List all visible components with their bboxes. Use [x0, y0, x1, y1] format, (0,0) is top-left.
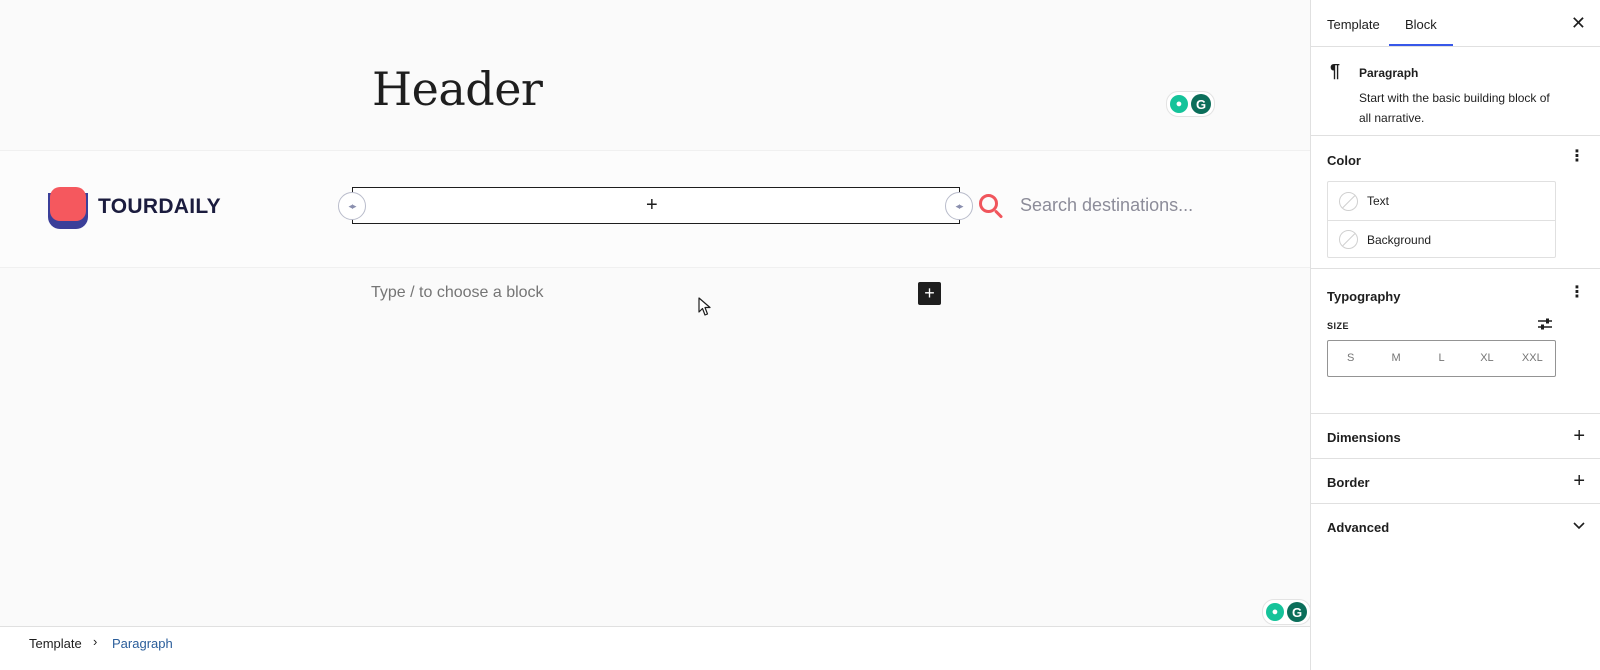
tab-block[interactable]: Block: [1389, 0, 1453, 46]
add-block-icon[interactable]: +: [646, 194, 658, 217]
close-sidebar-button[interactable]: ✕: [1571, 14, 1586, 32]
grammarly-widget-bottom[interactable]: ● G: [1262, 599, 1311, 625]
block-card-description: Start with the basic building block of a…: [1359, 91, 1550, 125]
advanced-panel-title: Advanced: [1327, 520, 1390, 535]
dimensions-panel-title: Dimensions: [1327, 430, 1401, 445]
font-size-xl[interactable]: XL: [1464, 341, 1509, 376]
grammarly-widget[interactable]: ● G: [1166, 91, 1215, 117]
color-item-label: Background: [1367, 232, 1432, 247]
border-panel[interactable]: Border +: [1311, 459, 1600, 504]
template-part-title[interactable]: Header: [372, 62, 543, 116]
block-inserter-button[interactable]: +: [918, 282, 941, 305]
site-logo[interactable]: TOURDAILY: [48, 185, 221, 229]
site-header-block[interactable]: TOURDAILY + ◂▸ ◂▸ Search destinations...: [0, 150, 1310, 268]
breadcrumb-bar: Template › Paragraph: [0, 626, 1310, 670]
font-size-s[interactable]: S: [1328, 341, 1373, 376]
font-size-l[interactable]: L: [1419, 341, 1464, 376]
plus-icon[interactable]: +: [1573, 425, 1585, 448]
empty-swatch-icon: [1339, 230, 1358, 249]
breadcrumb-item-paragraph[interactable]: Paragraph: [112, 636, 173, 651]
grammarly-icon[interactable]: G: [1191, 94, 1211, 114]
breadcrumb-chevron-icon: ›: [93, 634, 98, 649]
font-size-xxl[interactable]: XXL: [1510, 341, 1555, 376]
font-size-m[interactable]: M: [1373, 341, 1418, 376]
size-label: SIZE: [1327, 321, 1350, 331]
logo-mark-icon: [48, 185, 88, 229]
empty-swatch-icon: [1339, 191, 1358, 211]
grammarly-icon[interactable]: G: [1287, 602, 1307, 622]
breadcrumb-item-template[interactable]: Template: [29, 636, 82, 651]
editor-canvas[interactable]: Header ● G TOURDAILY + ◂▸ ◂▸ Search dest…: [0, 0, 1311, 626]
typography-panel-title: Typography: [1327, 289, 1401, 304]
navigation-block[interactable]: +: [352, 187, 960, 224]
sidebar-tabs: Template Block ✕: [1311, 0, 1600, 47]
advanced-panel[interactable]: Advanced: [1311, 504, 1600, 550]
paragraph-icon: ¶: [1330, 61, 1341, 81]
color-list: Text Background: [1327, 181, 1556, 258]
color-panel-title: Color: [1327, 153, 1361, 168]
custom-size-icon[interactable]: [1537, 317, 1553, 331]
color-item-label: Text: [1367, 194, 1390, 208]
border-panel-title: Border: [1327, 475, 1370, 490]
settings-sidebar: Template Block ✕ ¶ Paragraph Start with …: [1310, 0, 1600, 670]
lightbulb-icon[interactable]: ●: [1170, 95, 1188, 113]
font-size-picker: S M L XL XXL: [1327, 340, 1556, 377]
lightbulb-icon[interactable]: ●: [1266, 603, 1284, 621]
chevron-down-icon[interactable]: [1573, 522, 1585, 530]
dimensions-panel[interactable]: Dimensions +: [1311, 414, 1600, 459]
color-options-icon[interactable]: ⋮: [1569, 149, 1585, 165]
block-card-title: Paragraph: [1359, 66, 1419, 80]
resize-handle-left-icon[interactable]: ◂▸: [338, 192, 366, 220]
search-input[interactable]: Search destinations...: [1020, 195, 1193, 216]
resize-handle-right-icon[interactable]: ◂▸: [945, 192, 973, 220]
empty-block-placeholder[interactable]: Type / to choose a block: [371, 284, 544, 302]
site-title[interactable]: TOURDAILY: [98, 195, 221, 219]
plus-icon[interactable]: +: [1573, 470, 1585, 493]
color-item-background[interactable]: Background: [1328, 220, 1555, 258]
mouse-cursor-icon: [698, 297, 711, 316]
search-icon[interactable]: [979, 194, 1005, 220]
typography-options-icon[interactable]: ⋮: [1569, 285, 1585, 301]
tab-template[interactable]: Template: [1311, 0, 1396, 46]
color-item-text[interactable]: Text: [1328, 182, 1555, 220]
